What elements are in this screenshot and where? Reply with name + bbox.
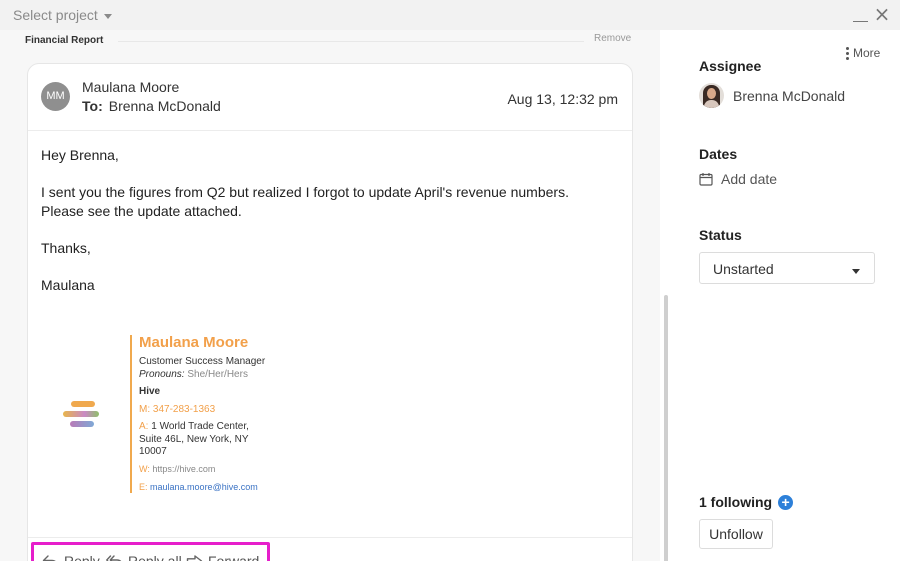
- email-card: MM Maulana Moore To: Brenna McDonald Aug …: [27, 63, 633, 561]
- add-date-label: Add date: [721, 171, 778, 187]
- signature-pronouns: Pronouns: She/Her/Hers: [139, 369, 265, 382]
- thread-title: Financial Report: [25, 35, 104, 46]
- assignee-name: Brenna McDonald: [733, 87, 846, 104]
- reply-all-label: Reply all: [128, 553, 182, 561]
- project-select-label: Select project: [13, 7, 98, 23]
- divider: [118, 41, 584, 42]
- status-label: Status: [699, 227, 742, 243]
- forward-button[interactable]: Forward: [186, 553, 259, 561]
- chevron-down-icon: [103, 13, 112, 19]
- chevron-down-icon: [852, 269, 860, 274]
- reply-button[interactable]: Reply: [42, 553, 100, 561]
- assignee-selector[interactable]: Brenna McDonald: [699, 83, 845, 108]
- more-vertical-icon: [846, 46, 849, 60]
- sender-name: Maulana Moore: [82, 79, 180, 95]
- reply-label: Reply: [64, 553, 100, 561]
- email-actions-highlight: Reply Reply all Forward: [31, 542, 270, 561]
- email-signature: Maulana Moore Customer Success Manager P…: [139, 334, 265, 494]
- web-value: https://hive.com: [152, 463, 216, 474]
- top-bar: Select project ×: [0, 0, 900, 30]
- status-value: Unstarted: [713, 261, 774, 277]
- address-value: 1 World Trade Center, Suite 46L, New Yor…: [139, 421, 249, 457]
- email-value: maulana.moore@hive.com: [150, 482, 258, 492]
- recipient-line: To: Brenna McDonald: [82, 98, 221, 114]
- minimize-icon[interactable]: [852, 6, 869, 22]
- body-paragraph: Thanks,: [41, 240, 91, 256]
- reply-all-button[interactable]: Reply all: [106, 553, 182, 561]
- recipient-name: Brenna McDonald: [108, 98, 221, 114]
- add-follower-icon[interactable]: +: [778, 494, 794, 510]
- unfollow-button[interactable]: Unfollow: [699, 519, 773, 549]
- forward-label: Forward: [208, 553, 260, 561]
- reply-all-icon: [106, 554, 122, 561]
- project-select[interactable]: Select project: [13, 7, 112, 23]
- signature-title: Customer Success Manager: [139, 356, 266, 367]
- calendar-icon: [699, 173, 713, 186]
- add-date-button[interactable]: Add date: [699, 171, 777, 187]
- forward-icon: [186, 554, 203, 561]
- body-paragraph: I sent you the figures from Q2 but reali…: [41, 184, 569, 219]
- divider: [28, 130, 632, 131]
- pronouns-label: Pronouns:: [139, 368, 185, 380]
- avatar: MM: [41, 82, 70, 111]
- phone-value: 347-283-1363: [152, 403, 216, 415]
- address-key: A:: [139, 421, 149, 432]
- following-label: 1 following: [699, 494, 773, 510]
- signature-name: Maulana Moore: [139, 334, 249, 351]
- details-sidebar: More Assignee Brenna McDonald Dates Add …: [671, 30, 900, 561]
- dates-label: Dates: [699, 146, 738, 162]
- pronouns-value: She/Her/Hers: [187, 368, 248, 380]
- remove-link[interactable]: Remove: [594, 33, 631, 44]
- email-date: Aug 13, 12:32 pm: [507, 91, 618, 107]
- signature-divider: [130, 335, 132, 493]
- hive-logo-icon: [61, 398, 101, 434]
- body-paragraph: Maulana: [41, 277, 95, 293]
- avatar: [699, 83, 724, 108]
- body-paragraph: Hey Brenna,: [41, 147, 119, 163]
- email-body: Hey Brenna, I sent you the figures from …: [41, 146, 611, 313]
- phone-key: M:: [139, 403, 151, 415]
- reply-icon: [42, 554, 57, 561]
- signature-address: A: 1 World Trade Center, Suite 46L, New …: [139, 421, 263, 459]
- email-key: E:: [139, 482, 148, 492]
- more-label: More: [853, 46, 881, 60]
- signature-email[interactable]: E: maulana.moore@hive.com: [139, 481, 265, 494]
- web-key: W:: [139, 463, 150, 474]
- following-count: 1 following +: [699, 494, 794, 510]
- close-icon[interactable]: ×: [873, 4, 891, 24]
- signature-phone[interactable]: M: 347-283-1363: [139, 404, 265, 417]
- scrollbar[interactable]: [664, 295, 668, 561]
- more-button[interactable]: More: [846, 46, 880, 60]
- email-thread-pane: Financial Report Remove MM Maulana Moore…: [0, 30, 668, 561]
- status-dropdown[interactable]: Unstarted: [699, 252, 875, 284]
- signature-company: Hive: [139, 386, 161, 397]
- to-label: To:: [82, 98, 103, 114]
- divider: [28, 537, 632, 538]
- signature-website[interactable]: W: https://hive.com: [139, 463, 265, 476]
- assignee-label: Assignee: [699, 58, 762, 74]
